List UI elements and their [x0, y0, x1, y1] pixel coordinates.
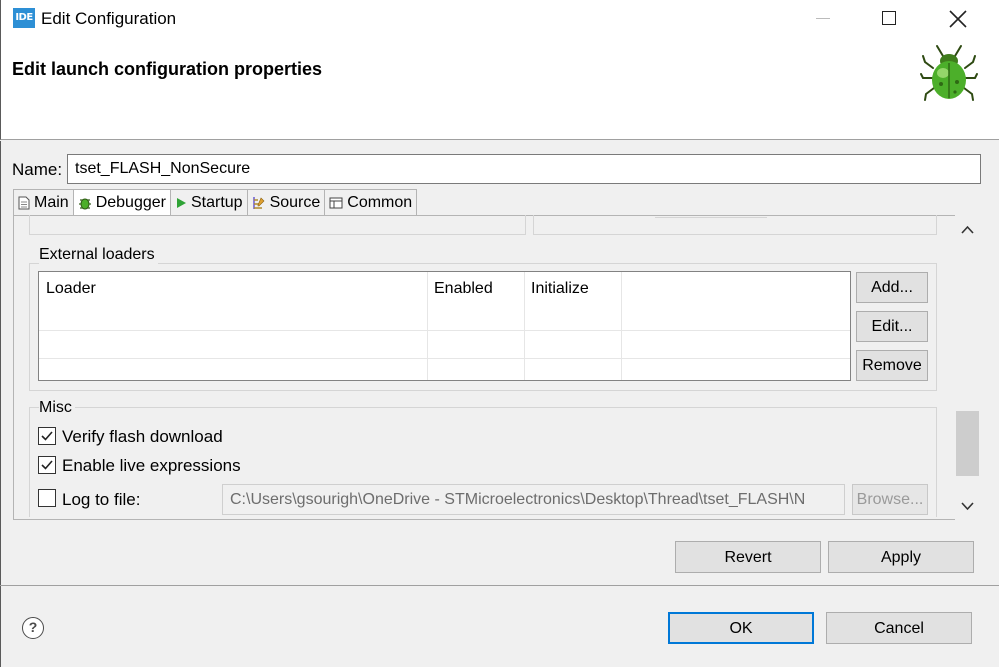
column-header-enabled[interactable]: Enabled — [434, 280, 493, 298]
checkmark-icon — [41, 431, 53, 441]
external-loaders-label: External loaders — [39, 246, 158, 264]
maximize-button[interactable] — [882, 11, 896, 25]
tab-source[interactable]: Source — [246, 189, 325, 216]
bug-icon — [78, 198, 91, 210]
ok-button[interactable]: OK — [668, 612, 814, 644]
footer-divider — [0, 585, 999, 586]
log-to-file-checkbox[interactable] — [38, 489, 56, 507]
misc-label: Misc — [39, 399, 75, 417]
row-divider — [39, 358, 850, 359]
play-icon — [176, 198, 186, 208]
tab-main-label: Main — [34, 194, 69, 211]
external-loaders-table[interactable]: Loader Enabled Initialize — [38, 271, 851, 381]
tab-bar: Main Debugger Startup Source Common — [13, 189, 418, 217]
section-fragment — [655, 215, 767, 218]
tab-common[interactable]: Common — [324, 189, 418, 216]
remove-loader-button[interactable]: Remove — [856, 350, 928, 381]
column-header-initialize[interactable]: Initialize — [531, 280, 589, 298]
browse-button[interactable]: Browse... — [852, 484, 928, 515]
chevron-up-icon[interactable] — [961, 225, 974, 234]
revert-button[interactable]: Revert — [675, 541, 821, 573]
live-expressions-checkbox[interactable] — [38, 456, 56, 474]
cancel-button[interactable]: Cancel — [826, 612, 972, 644]
scrollbar-thumb[interactable] — [956, 411, 979, 476]
column-divider — [524, 272, 525, 380]
column-divider — [427, 272, 428, 380]
tab-startup[interactable]: Startup — [169, 189, 247, 216]
name-input[interactable]: tset_FLASH_NonSecure — [67, 154, 981, 184]
apply-button[interactable]: Apply — [828, 541, 974, 573]
tab-startup-label: Startup — [190, 194, 243, 211]
verify-flash-checkbox[interactable] — [38, 427, 56, 445]
close-icon — [949, 10, 967, 28]
window-icon — [329, 197, 343, 209]
tab-main[interactable]: Main — [13, 189, 73, 216]
document-icon — [18, 196, 30, 210]
column-divider — [621, 272, 622, 380]
live-expressions-label: Enable live expressions — [62, 456, 241, 475]
green-bug-icon — [920, 45, 978, 101]
minimize-button — [816, 18, 830, 19]
log-file-path-input[interactable]: C:\Users\gsourigh\OneDrive - STMicroelec… — [222, 484, 845, 515]
tab-common-label: Common — [347, 194, 413, 211]
row-divider — [39, 330, 850, 331]
title-bar: IDE Edit Configuration — [0, 0, 999, 38]
section-fragment — [29, 215, 526, 235]
close-button[interactable] — [947, 8, 969, 30]
name-label: Name: — [12, 160, 63, 179]
dialog-header: Edit launch configuration properties — [0, 38, 999, 140]
checkmark-icon — [41, 460, 53, 470]
ide-app-icon: IDE — [13, 8, 35, 28]
log-to-file-label: Log to file: — [62, 490, 141, 509]
help-icon[interactable]: ? — [22, 617, 44, 639]
window-title: Edit Configuration — [41, 9, 177, 28]
source-icon — [252, 197, 264, 209]
tab-source-label: Source — [269, 194, 321, 211]
header-title: Edit launch configuration properties — [12, 59, 323, 79]
tab-debugger-label: Debugger — [95, 194, 166, 211]
chevron-down-icon[interactable] — [961, 502, 974, 511]
edit-loader-button[interactable]: Edit... — [856, 311, 928, 342]
add-loader-button[interactable]: Add... — [856, 272, 928, 303]
verify-flash-label: Verify flash download — [62, 427, 223, 446]
column-header-loader[interactable]: Loader — [46, 280, 96, 298]
tab-debugger[interactable]: Debugger — [72, 189, 170, 217]
section-fragment — [533, 215, 937, 235]
